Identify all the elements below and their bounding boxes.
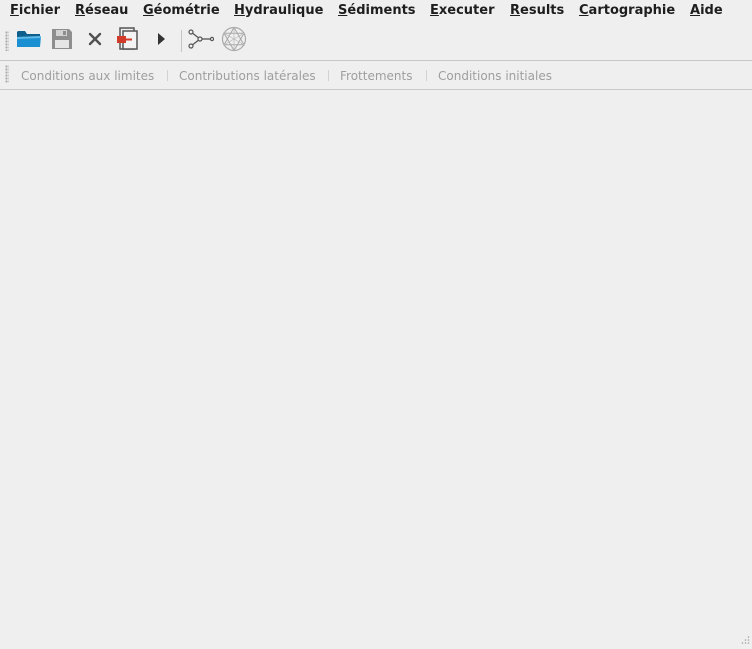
tab-conditions-aux-limites[interactable]: Conditions aux limites <box>21 69 154 83</box>
tab-conditions-initiales[interactable]: Conditions initiales <box>438 69 552 83</box>
toolbar-separator <box>181 30 182 52</box>
network-button[interactable] <box>187 27 215 55</box>
tabbar-grip[interactable] <box>5 65 9 83</box>
open-button[interactable] <box>15 27 43 55</box>
save-button[interactable] <box>48 27 76 55</box>
menu-sediments[interactable]: Sédiments <box>338 2 416 19</box>
parameters-tabbar: Conditions aux limites Contributions lat… <box>0 61 752 90</box>
toolbar-grip[interactable] <box>5 31 9 51</box>
menu-bar: Fichier Réseau Géométrie Hydraulique Séd… <box>0 0 752 21</box>
tab-contributions-laterales[interactable]: Contributions latérales <box>179 69 316 83</box>
run-icon <box>155 32 167 50</box>
run-button[interactable] <box>147 27 175 55</box>
menu-aide[interactable]: Aide <box>690 2 723 19</box>
tab-separator <box>426 70 427 81</box>
menu-results[interactable]: Results <box>510 2 564 19</box>
close-button[interactable] <box>81 27 109 55</box>
mesh-icon <box>221 26 247 56</box>
network-icon <box>188 29 215 53</box>
menu-fichier[interactable]: Fichier <box>10 2 60 19</box>
resize-grip-icon[interactable] <box>740 634 750 644</box>
main-workspace <box>0 90 752 646</box>
main-toolbar <box>0 22 752 61</box>
tab-separator <box>167 70 168 81</box>
tab-frottements[interactable]: Frottements <box>340 69 412 83</box>
export-button[interactable] <box>113 27 141 55</box>
open-folder-icon <box>16 28 42 54</box>
close-icon <box>88 32 102 50</box>
menu-hydraulique[interactable]: Hydraulique <box>234 2 323 19</box>
menu-geometrie[interactable]: Géométrie <box>143 2 220 19</box>
export-icon <box>115 27 139 55</box>
mesh-button[interactable] <box>220 26 248 56</box>
tab-separator <box>328 70 329 81</box>
menu-executer[interactable]: Executer <box>430 2 495 19</box>
menu-cartographie[interactable]: Cartographie <box>579 2 675 19</box>
menu-reseau[interactable]: Réseau <box>75 2 128 19</box>
save-icon <box>51 28 73 54</box>
